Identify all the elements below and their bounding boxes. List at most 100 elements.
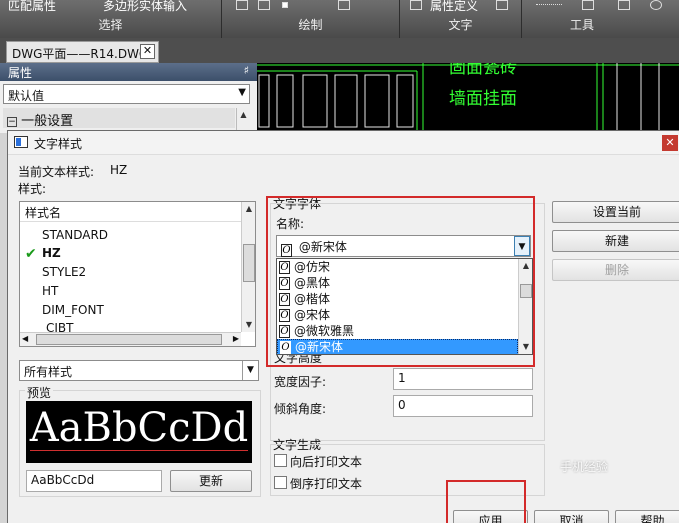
upside-down-label: 倒序打印文本 (290, 477, 363, 491)
font-name-label: 名称: (276, 217, 305, 231)
scroll-up-icon[interactable]: ▲ (242, 202, 255, 216)
apply-button[interactable]: 应用 (453, 510, 528, 523)
scroll-up-icon[interactable]: ▲ (519, 259, 532, 273)
upside-down-checkbox[interactable] (274, 476, 287, 489)
ribbon-group-draw: 绘制 (222, 0, 400, 38)
collapse-icon[interactable]: − (7, 116, 17, 127)
font-option-label: @仿宋 (294, 260, 331, 274)
font-option[interactable]: O @楷体 (277, 292, 518, 308)
font-dropdown-list[interactable]: O @仿宋 O @黑体 O @楷体 O @宋体 O @微软雅黑 O @新宋体 ▲ ▼ (276, 258, 533, 355)
list-item-ht[interactable]: HT (42, 284, 58, 298)
ribbon-polygon-solid[interactable]: 多边形实体输入 (103, 0, 187, 14)
refresh-button[interactable]: 更新 (170, 470, 252, 492)
ribbon-group-label: 工具 (569, 18, 594, 32)
document-tab[interactable]: DWG平面——R14.DWG ✕ (6, 41, 159, 63)
dialog-title-bar[interactable]: 文字样式 ✕ (8, 131, 679, 155)
edit-text-icon[interactable] (496, 0, 508, 10)
font-option[interactable]: O @黑体 (277, 276, 518, 292)
font-name-select[interactable]: O @新宋体 ▼ (276, 235, 531, 257)
attdef-icon[interactable] (410, 0, 422, 10)
list-item-standard[interactable]: STANDARD (42, 228, 108, 242)
list-item-dim-font[interactable]: DIM_FONT (42, 303, 104, 317)
document-tab-bar: DWG平面——R14.DWG ✕ (0, 38, 679, 63)
scroll-down-icon[interactable]: ▼ (242, 318, 255, 332)
properties-section-general[interactable]: − 一般设置 (3, 108, 235, 129)
opentype-font-icon: O (279, 325, 290, 338)
measure-icon[interactable] (582, 0, 594, 10)
properties-palette: 属性 ♯ 默认值 ▼ − 一般设置 ▲ (0, 63, 257, 133)
table-icon[interactable] (338, 0, 350, 10)
font-name-value: @新宋体 (298, 240, 347, 254)
width-factor-label: 宽度因子: (274, 375, 327, 389)
scroll-right-icon[interactable]: ▶ (233, 334, 239, 343)
ribbon-match-properties[interactable]: 匹配属性 (8, 0, 56, 14)
close-icon[interactable]: ✕ (140, 44, 155, 59)
current-style-value: HZ (110, 163, 128, 177)
properties-title-text: 属性 (8, 66, 33, 80)
check-icon: ✔ (25, 246, 37, 262)
ribbon-group-text: 属性定义 文字 (400, 0, 522, 38)
ribbon-group-tools: 工具 (522, 0, 679, 38)
list-item-hz[interactable]: HZ (42, 246, 61, 260)
document-tab-label: DWG平面——R14.DWG (12, 47, 149, 61)
new-style-button[interactable]: 新建 (552, 230, 679, 252)
opentype-font-icon: O (279, 277, 290, 290)
ribbon-group-select: 匹配属性 多边形实体输入 选择 (0, 0, 222, 38)
style-list-vscroll[interactable]: ▲ ▼ (241, 202, 255, 332)
drawing-canvas[interactable]: 固面瓷砖 墙面挂面 (257, 63, 679, 130)
close-icon[interactable]: ✕ (662, 135, 678, 151)
font-option[interactable]: O @微软雅黑 (277, 324, 518, 340)
point-icon[interactable] (282, 2, 288, 8)
delete-style-button[interactable]: 删除 (552, 259, 679, 281)
cancel-button[interactable]: 取消 (534, 510, 609, 523)
properties-object-select[interactable]: 默认值 ▼ (3, 84, 250, 104)
style-list[interactable]: 样式名 STANDARD ✔ HZ STYLE2 HT DIM_FONT CIB… (19, 201, 256, 347)
scroll-thumb[interactable] (520, 284, 532, 298)
arc-icon[interactable] (236, 0, 248, 10)
gear-icon[interactable] (650, 0, 662, 10)
scroll-thumb[interactable] (36, 334, 222, 345)
dialog-title: 文字样式 (34, 137, 83, 151)
preview-baseline (30, 450, 248, 451)
chevron-down-icon: ▼ (238, 87, 246, 98)
list-item-style2[interactable]: STYLE2 (42, 265, 86, 279)
set-current-button[interactable]: 设置当前 (552, 201, 679, 223)
font-option[interactable]: O @宋体 (277, 308, 518, 324)
backward-checkbox[interactable] (274, 454, 287, 467)
scroll-up-icon[interactable]: ▲ (237, 108, 250, 122)
oblique-angle-input[interactable]: 0 (393, 395, 533, 417)
hatch-icon[interactable] (258, 0, 270, 10)
ribbon-group-label: 文字 (448, 18, 473, 32)
help-button[interactable]: 帮助 (615, 510, 679, 523)
scroll-thumb[interactable] (243, 244, 255, 282)
font-option-selected[interactable]: O @新宋体 (277, 339, 518, 354)
dist-icon[interactable] (536, 4, 562, 14)
properties-title: 属性 ♯ (0, 63, 257, 81)
font-option-label: @微软雅黑 (294, 324, 355, 338)
style-filter-select[interactable]: 所有样式 ▼ (19, 360, 259, 381)
cad-text-label: 墙面挂面 (449, 89, 517, 109)
chevron-down-icon[interactable]: ▼ (514, 236, 530, 256)
tool-icon[interactable] (618, 0, 630, 10)
pin-icon[interactable]: ♯ (244, 64, 249, 77)
opentype-font-icon: O (279, 293, 290, 306)
scroll-down-icon[interactable]: ▼ (519, 340, 532, 354)
current-style-label: 当前文本样式: (18, 165, 95, 179)
font-list-vscroll[interactable]: ▲ ▼ (518, 259, 532, 354)
font-option[interactable]: O @仿宋 (277, 260, 518, 276)
chevron-down-icon[interactable]: ▼ (242, 361, 258, 380)
width-factor-input[interactable]: 1 (393, 368, 533, 390)
preview-input[interactable]: AaBbCcDd (26, 470, 162, 492)
properties-section-label: 一般设置 (21, 114, 74, 129)
cad-text-top: 固面瓷砖 (449, 63, 517, 78)
font-option-label: @楷体 (294, 292, 331, 306)
preview-label: 预览 (25, 384, 54, 401)
font-option-label: @黑体 (294, 276, 331, 290)
ribbon-attribute-define[interactable]: 属性定义 (430, 0, 478, 14)
scroll-left-icon[interactable]: ◀ (22, 334, 28, 343)
ribbon: 匹配属性 多边形实体输入 选择 绘制 属性定义 文字 工具 (0, 0, 679, 38)
style-list-hscroll[interactable]: ◀ ▶ (20, 332, 241, 346)
preview-canvas: AaBbCcDd (26, 401, 252, 463)
ribbon-group-label: 选择 (98, 18, 123, 32)
style-list-header[interactable]: 样式名 (20, 202, 255, 222)
